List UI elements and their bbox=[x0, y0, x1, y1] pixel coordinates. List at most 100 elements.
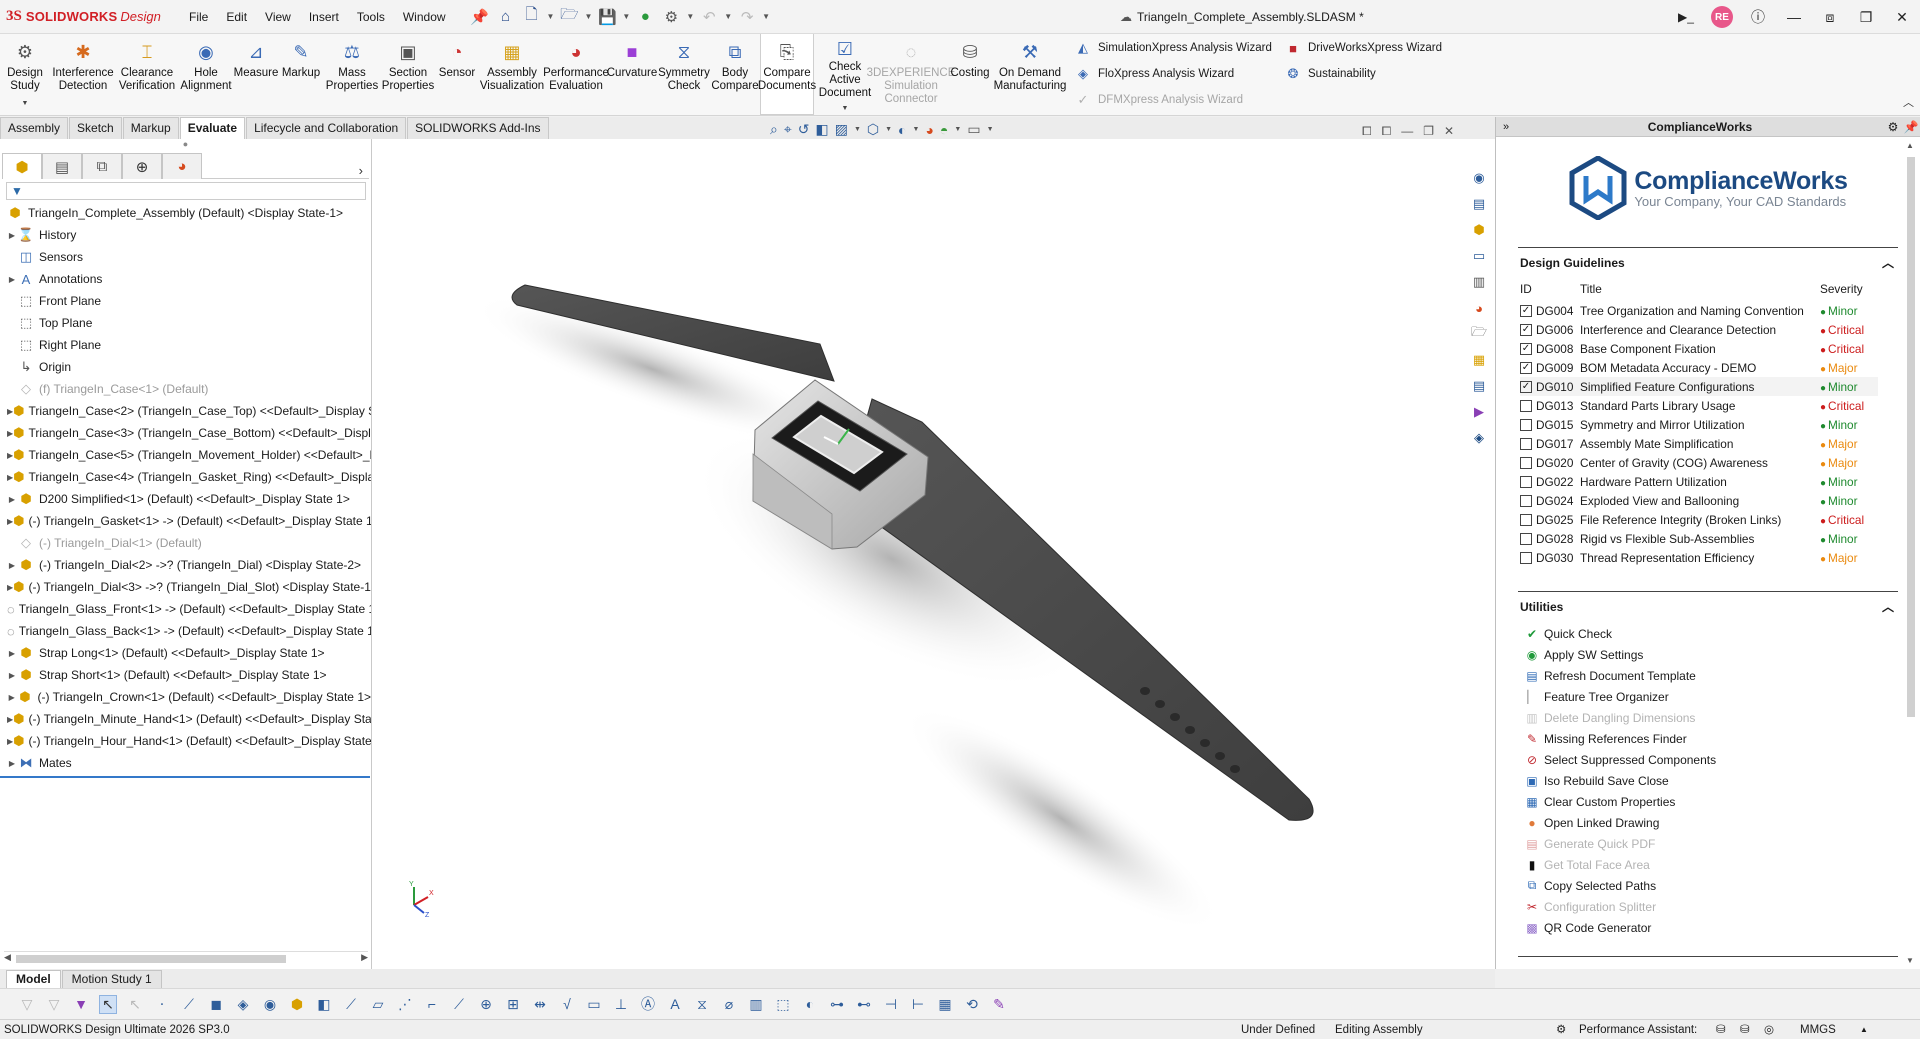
viewport-minimize-icon[interactable]: — bbox=[1401, 124, 1413, 139]
clear-properties-utility[interactable]: ▦ Clear Custom Properties bbox=[1524, 791, 1920, 812]
interference-button[interactable]: ✱ Interference Detection bbox=[50, 34, 116, 115]
tree-item[interactable]: ▶ A Annotations bbox=[0, 268, 371, 290]
guideline-checkbox[interactable]: ✓ bbox=[1520, 381, 1532, 394]
tree-item[interactable]: ▶ ⬢ (-) TriangeIn_Crown<1> (Default) <<Def… bbox=[0, 686, 371, 708]
filter-axes-icon[interactable]: ⟋ bbox=[342, 996, 360, 1013]
tree-item[interactable]: ▶ ⬢ Strap Short<1> (Default) <<Default>_Di… bbox=[0, 664, 371, 686]
tab-motion-study-1[interactable]: Motion Study 1 bbox=[61, 970, 162, 988]
missing-references-utility[interactable]: ✎ Missing References Finder bbox=[1524, 728, 1920, 749]
chevron-down-icon[interactable]: ▼ bbox=[622, 12, 630, 21]
guideline-checkbox[interactable] bbox=[1520, 457, 1532, 470]
guideline-checkbox[interactable] bbox=[1520, 533, 1532, 546]
scroll-thumb[interactable] bbox=[16, 955, 286, 963]
unit-system[interactable]: MMGS bbox=[1800, 1020, 1836, 1039]
chevron-down-icon[interactable]: ▼ bbox=[954, 126, 961, 133]
tree-item[interactable]: ◌ TriangeIn_Glass_Back<1> -> (Default) <<… bbox=[0, 620, 371, 642]
guideline-row[interactable]: DG017 Assembly Mate Simplification ● Major bbox=[1520, 434, 1878, 453]
pin-icon[interactable]: 📌 bbox=[469, 6, 491, 28]
performance-assistant-label[interactable]: Performance Assistant: bbox=[1579, 1020, 1697, 1039]
restore-icon[interactable]: ❐ bbox=[1848, 0, 1884, 34]
chevron-down-icon[interactable]: ▼ bbox=[885, 126, 892, 133]
filter-routing-points-icon[interactable]: ⊷ bbox=[855, 996, 873, 1013]
scroll-thumb[interactable] bbox=[1907, 157, 1915, 717]
property-manager-tab[interactable]: ▤ bbox=[42, 153, 82, 179]
view-palette-tab-icon[interactable]: ▥ bbox=[1468, 272, 1490, 292]
chevron-down-icon[interactable]: ▼ bbox=[686, 12, 694, 21]
guideline-checkbox[interactable] bbox=[1520, 514, 1532, 527]
filter-notes-icon[interactable]: ▭ bbox=[585, 996, 603, 1013]
filter-solid-bodies-icon[interactable]: ◉ bbox=[261, 996, 279, 1013]
tree-item[interactable]: ⬚ Top Plane bbox=[0, 312, 371, 334]
performance-evaluation-button[interactable]: ◕ Performance Evaluation bbox=[543, 34, 609, 115]
column-header-severity[interactable]: Severity bbox=[1820, 277, 1878, 301]
tree-item[interactable]: ◫ Sensors bbox=[0, 246, 371, 268]
guideline-row[interactable]: DG020 Center of Gravity (COG) Awareness ● M… bbox=[1520, 453, 1878, 472]
tree-item[interactable]: ▶ ⌛ History bbox=[0, 224, 371, 246]
chevron-down-icon[interactable]: ▼ bbox=[762, 12, 770, 21]
viewport-tile-right-icon[interactable]: ⧠ bbox=[1382, 124, 1392, 139]
guideline-checkbox[interactable]: ✓ bbox=[1520, 343, 1532, 356]
tree-item[interactable]: ⬚ Right Plane bbox=[0, 334, 371, 356]
minimize-icon[interactable]: — bbox=[1776, 0, 1812, 34]
filter-tables-icon[interactable]: ▦ bbox=[936, 996, 954, 1013]
filter-weld-icon[interactable]: ⧖ bbox=[693, 996, 711, 1013]
chevron-up-icon[interactable]: ▲ bbox=[1860, 1020, 1868, 1039]
refresh-template-utility[interactable]: ▤ Refresh Document Template bbox=[1524, 665, 1920, 686]
zoom-to-area-icon[interactable]: ⌖ bbox=[784, 121, 792, 138]
chevron-down-icon[interactable]: ▼ bbox=[547, 12, 555, 21]
sustainability-button[interactable]: ❂ Sustainability bbox=[1284, 64, 1484, 84]
tree-item[interactable]: ↳ Origin bbox=[0, 356, 371, 378]
suppressed-components-utility[interactable]: ⊘ Select Suppressed Components bbox=[1524, 749, 1920, 770]
tree-item[interactable]: ▶ ⬢ (-) TriangeIn_Gasket<1> -> (Default) <… bbox=[0, 510, 371, 532]
scroll-up-icon[interactable]: ▲ bbox=[1906, 141, 1914, 150]
chevron-right-icon[interactable]: › bbox=[359, 163, 363, 178]
expand-arrow-icon[interactable]: ▶ bbox=[7, 275, 17, 284]
tree-item[interactable]: ◇ (f) TriangeIn_Case<1> (Default) bbox=[0, 378, 371, 400]
column-header-id[interactable]: ID bbox=[1520, 277, 1580, 301]
tile-icon[interactable]: ⧈ bbox=[1812, 0, 1848, 34]
expand-arrow-icon[interactable]: ▶ bbox=[7, 495, 17, 504]
zoom-to-fit-icon[interactable]: ⌕ bbox=[770, 121, 778, 138]
tree-item[interactable]: ⬚ Front Plane bbox=[0, 290, 371, 312]
collapse-panel-icon[interactable]: » bbox=[1496, 121, 1516, 133]
viewport-restore-icon[interactable]: ❐ bbox=[1423, 124, 1434, 139]
tree-item[interactable]: ▶ ⬢ (-) TriangeIn_Dial<3> ->? (TriangeIn_D… bbox=[0, 576, 371, 598]
filter-faces-icon[interactable]: ◼ bbox=[207, 996, 225, 1013]
filter-surface-bodies-icon[interactable]: ◈ bbox=[234, 996, 252, 1013]
filter-balloons-icon[interactable]: Ⓐ bbox=[639, 994, 657, 1014]
chevron-down-icon[interactable]: ▼ bbox=[913, 126, 920, 133]
filter-icon[interactable]: ▽ bbox=[18, 996, 36, 1013]
design-study-button[interactable]: ⚙ Design Study ▼ bbox=[0, 34, 50, 115]
apply-scene-icon[interactable]: ◓ bbox=[940, 122, 948, 138]
chevron-down-icon[interactable]: ▼ bbox=[987, 126, 994, 133]
guideline-row[interactable]: DG013 Standard Parts Library Usage ● Critic… bbox=[1520, 396, 1878, 415]
design-guidelines-header[interactable]: Design Guidelines ︿ bbox=[1518, 247, 1898, 277]
ribbon-collapse-icon[interactable]: ︿ bbox=[1903, 94, 1914, 110]
tree-item[interactable]: ▶ ⬢ TriangeIn_Case<2> (TriangeIn_Case_Top)… bbox=[0, 400, 371, 422]
edit-appearance-icon[interactable]: ◕ bbox=[925, 122, 933, 138]
filter-centerline-icon[interactable]: ⊞ bbox=[504, 996, 522, 1013]
forward-tab-icon[interactable]: ▶ bbox=[1468, 402, 1490, 422]
command-prompt-icon[interactable]: ▶_ bbox=[1668, 0, 1704, 34]
chevron-up-icon[interactable]: ︿ bbox=[1882, 598, 1894, 615]
guideline-checkbox[interactable]: ✓ bbox=[1520, 324, 1532, 337]
options-gear-icon[interactable]: ⚙ bbox=[660, 6, 682, 28]
floxpress-button[interactable]: ◈ FloXpress Analysis Wizard bbox=[1074, 64, 1284, 84]
previous-view-icon[interactable]: ↺ bbox=[798, 121, 810, 138]
guideline-checkbox[interactable] bbox=[1520, 419, 1532, 432]
filter-gtol-icon[interactable]: ⊥ bbox=[612, 996, 630, 1013]
tab-lifecycle-and-collaboration[interactable]: Lifecycle and Collaboration bbox=[246, 117, 407, 139]
menu-item-file[interactable]: File bbox=[180, 0, 217, 34]
qr-code-utility[interactable]: ▩ QR Code Generator bbox=[1524, 917, 1920, 938]
view-settings-icon[interactable]: ▭ bbox=[967, 121, 980, 138]
guideline-checkbox[interactable] bbox=[1520, 552, 1532, 565]
redo-icon[interactable]: ↷ bbox=[736, 6, 758, 28]
chevron-down-icon[interactable]: ▼ bbox=[842, 102, 849, 115]
clearance-button[interactable]: ⌶ Clearance Verification bbox=[116, 34, 178, 115]
guideline-row[interactable]: DG015 Symmetry and Mirror Utilization ● Min… bbox=[1520, 415, 1878, 434]
guideline-checkbox[interactable] bbox=[1520, 495, 1532, 508]
help-icon[interactable]: ⓘ bbox=[1740, 0, 1776, 34]
filter-sketch-segments-icon[interactable]: ⌐ bbox=[423, 996, 441, 1012]
curvature-button[interactable]: ■ Curvature bbox=[606, 34, 658, 115]
filter-surface-finish-icon[interactable]: √ bbox=[558, 996, 576, 1012]
